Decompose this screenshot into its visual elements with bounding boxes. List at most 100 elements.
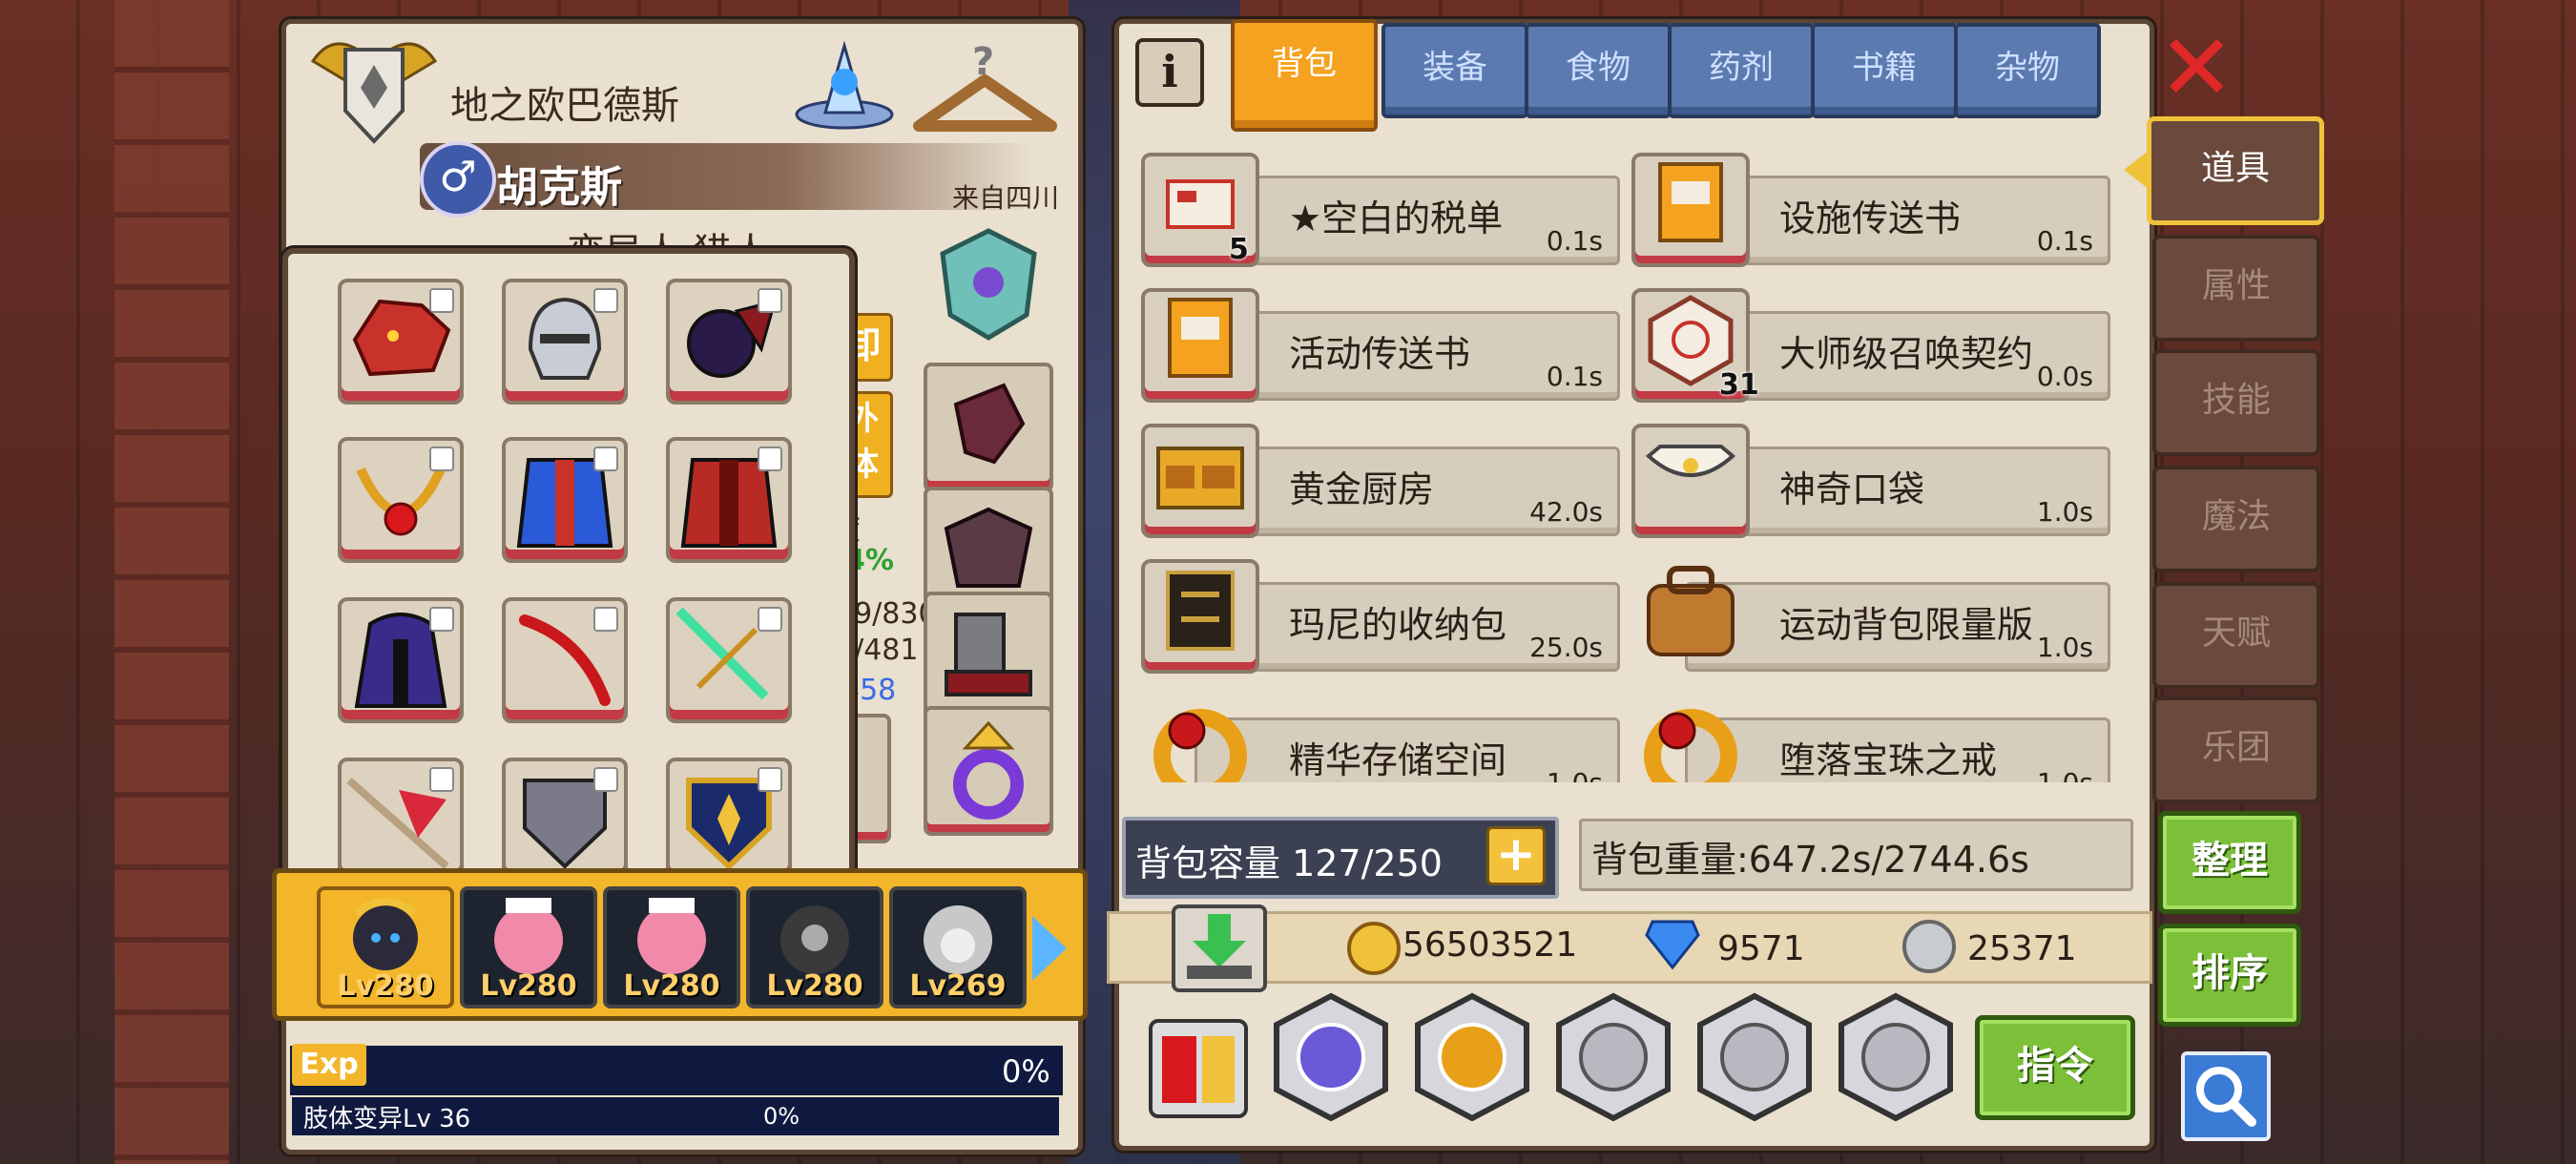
fallen-orb-ring-icon	[1644, 709, 1737, 782]
search-button[interactable]	[2181, 1051, 2271, 1141]
gauntlet-slot[interactable]	[924, 363, 1053, 492]
horse-skill-icon	[1415, 992, 1529, 1122]
member-level: Lv280	[337, 969, 434, 1003]
list-item[interactable]: 神奇口袋 1.0s	[1631, 422, 2110, 538]
list-item[interactable]: 运动背包限量版 1.0s	[1631, 557, 2110, 672]
tab-backpack[interactable]: 背包	[1231, 19, 1378, 132]
item-time: 42.0s	[1529, 496, 1603, 528]
purple-robe-slot[interactable]	[338, 597, 464, 723]
magic-pouch-icon	[1645, 445, 1736, 477]
member-level: Lv269	[909, 969, 1007, 1003]
tab-books[interactable]: 书籍	[1811, 23, 1958, 118]
mutation-percent: 0%	[763, 1103, 800, 1130]
item-time: 0.1s	[2036, 225, 2093, 257]
boots-icon	[945, 613, 1032, 696]
organize-button[interactable]: 整理	[2158, 811, 2301, 914]
command-button[interactable]: 指令	[1975, 1015, 2135, 1120]
list-item[interactable]: 玛尼的收纳包 25.0s	[1141, 557, 1620, 674]
dice-button[interactable]	[1149, 1019, 1248, 1118]
checkbox-icon[interactable]	[593, 767, 618, 792]
download-arrow-icon	[1187, 914, 1252, 979]
checkbox-icon[interactable]	[593, 447, 618, 471]
flame-staff-slot[interactable]	[502, 597, 628, 723]
beast-shield-slot[interactable]	[502, 758, 628, 874]
item-time: 0.1s	[1546, 361, 1603, 392]
shield-skill-icon	[1274, 992, 1388, 1122]
list-item[interactable]: 堕落宝珠之戒 1.0s	[1631, 693, 2110, 782]
dark-orb-slot[interactable]	[666, 279, 792, 405]
checkbox-icon[interactable]	[758, 767, 782, 792]
info-button[interactable]: i	[1135, 38, 1204, 107]
side-tab-skills[interactable]: 技能	[2152, 349, 2320, 456]
side-tab-magic[interactable]: 魔法	[2152, 466, 2320, 572]
gold-crest-shield-slot[interactable]	[666, 758, 792, 874]
dragon-helm-slot[interactable]	[338, 279, 464, 405]
tab-misc[interactable]: 杂物	[1954, 23, 2101, 118]
skill-button-target[interactable]	[1834, 992, 1958, 1122]
sort-button[interactable]: 排序	[2158, 924, 2301, 1027]
skill-button-arrow[interactable]	[1551, 992, 1675, 1122]
arrow-skill-icon	[1556, 992, 1671, 1122]
side-tab-talent[interactable]: 天赋	[2152, 582, 2320, 689]
checkbox-icon[interactable]	[758, 288, 782, 313]
skill-button-horse[interactable]	[1410, 992, 1534, 1122]
party-member-slot[interactable]: Lv280	[317, 886, 454, 1008]
item-name: 玛尼的收纳包	[1289, 604, 1507, 646]
tab-potion[interactable]: 药剂	[1668, 23, 1815, 118]
party-member-slot[interactable]: Lv280	[460, 886, 597, 1008]
sport-backpack-icon	[1647, 566, 1735, 656]
expand-capacity-button[interactable]: +	[1486, 826, 1546, 885]
party-member-slot[interactable]: Lv269	[889, 886, 1027, 1008]
list-item[interactable]: 设施传送书 0.1s	[1631, 151, 2110, 267]
golden-kitchen-icon	[1156, 447, 1244, 509]
side-tab-items[interactable]: 道具	[2147, 116, 2324, 225]
server-name: 地之欧巴德斯	[450, 84, 679, 128]
party-next-arrow-icon[interactable]	[1032, 916, 1067, 981]
list-item[interactable]: ★空白的税单 0.1s 5	[1141, 151, 1620, 267]
checkbox-icon[interactable]	[593, 288, 618, 313]
red-cape-slot[interactable]	[666, 437, 792, 563]
boots-slot[interactable]	[924, 592, 1053, 721]
gauntlet-icon	[953, 383, 1026, 465]
checkbox-icon[interactable]	[429, 447, 454, 471]
party-member-slot[interactable]: Lv280	[746, 886, 883, 1008]
list-item[interactable]: 黄金厨房 42.0s	[1141, 422, 1620, 538]
checkbox-icon[interactable]	[429, 288, 454, 313]
close-icon[interactable]: ✕	[2158, 22, 2234, 114]
item-count: 31	[1719, 368, 1759, 402]
blue-cape-slot[interactable]	[502, 437, 628, 563]
exp-label: Exp	[292, 1044, 366, 1086]
ruby-necklace-slot[interactable]	[338, 437, 464, 563]
side-menu-pointer-icon	[2124, 151, 2149, 189]
checkbox-icon[interactable]	[429, 767, 454, 792]
side-tab-band[interactable]: 乐团	[2152, 696, 2320, 803]
guild-crest-icon	[303, 32, 445, 145]
badge-slot-icon[interactable]	[935, 227, 1042, 342]
swap-skill-icon	[1697, 992, 1812, 1122]
tab-equipment[interactable]: 装备	[1381, 23, 1528, 118]
list-item[interactable]: 大师级召唤契约 0.0s 31	[1631, 286, 2110, 403]
item-time: 0.1s	[1546, 225, 1603, 257]
list-item[interactable]: 活动传送书 0.1s	[1141, 286, 1620, 403]
spear-slot[interactable]	[338, 758, 464, 874]
side-tab-attributes[interactable]: 属性	[2152, 235, 2320, 342]
teleport-beacon-icon[interactable]	[792, 36, 897, 132]
male-gender-icon: ♂	[420, 141, 496, 218]
checkbox-icon[interactable]	[429, 607, 454, 632]
deposit-button[interactable]	[1172, 904, 1267, 992]
checkbox-icon[interactable]	[758, 447, 782, 471]
party-member-slot[interactable]: Lv280	[603, 886, 740, 1008]
list-item[interactable]: 精华存储空间 1.0s	[1141, 693, 1620, 782]
wardrobe-hanger-icon[interactable]: ?	[911, 38, 1059, 143]
ring-slot[interactable]	[924, 706, 1053, 836]
item-time: 0.0s	[2036, 361, 2093, 392]
item-list: ★空白的税单 0.1s 5 设施传送书 0.1s 活动传送书 0.1s 大师级召…	[1141, 143, 2133, 782]
nurse-portrait-icon	[637, 898, 706, 974]
skill-button-swap[interactable]	[1693, 992, 1817, 1122]
jade-sword-slot[interactable]	[666, 597, 792, 723]
skill-button-shield[interactable]	[1269, 992, 1393, 1122]
tab-food[interactable]: 食物	[1525, 23, 1672, 118]
checkbox-icon[interactable]	[593, 607, 618, 632]
checkbox-icon[interactable]	[758, 607, 782, 632]
knight-helm-slot[interactable]	[502, 279, 628, 405]
